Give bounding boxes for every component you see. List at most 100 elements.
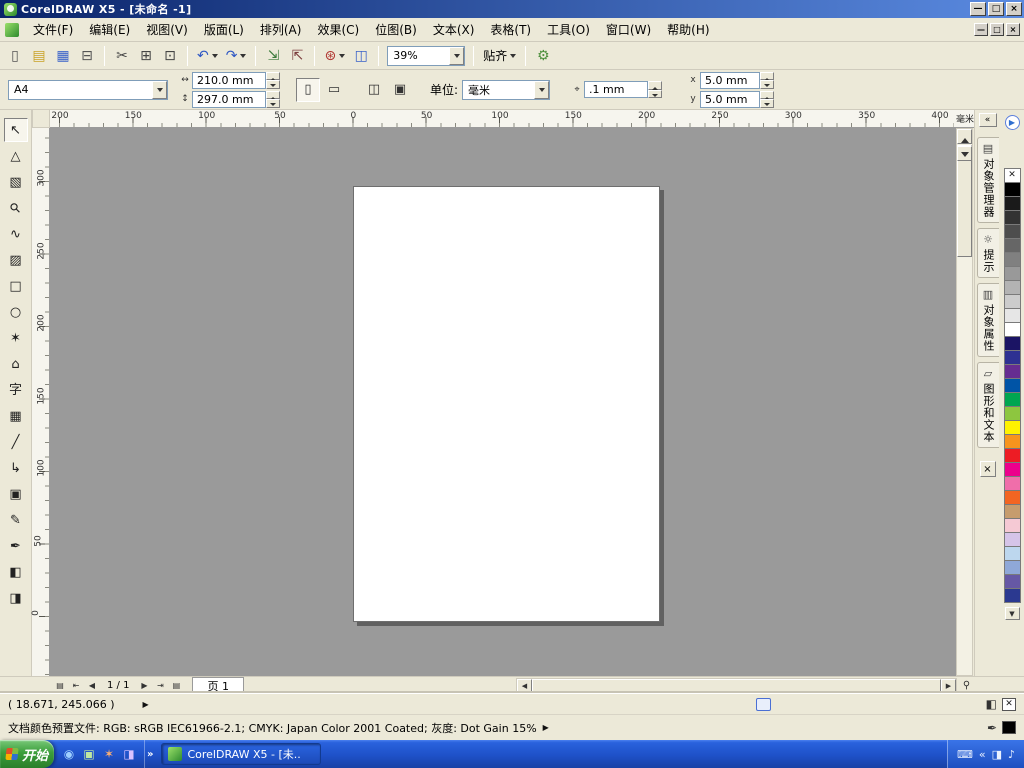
zoom-level-dropdown-icon[interactable]: [449, 46, 465, 65]
nudge-spinner[interactable]: [648, 81, 663, 98]
input-method-icon[interactable]: ⌨: [957, 749, 973, 760]
color-swatch-7[interactable]: [1003, 266, 1021, 281]
color-swatch-29[interactable]: [1003, 574, 1021, 589]
save-document-button[interactable]: ▦: [52, 45, 74, 67]
color-swatch-13[interactable]: [1003, 350, 1021, 365]
fill-tool[interactable]: ◧: [4, 560, 28, 584]
color-swatch-26[interactable]: [1003, 532, 1021, 547]
docker-tab-hints[interactable]: ☼ 提示: [976, 228, 999, 278]
show-desktop-icon[interactable]: ▣: [81, 746, 97, 762]
paper-size-select[interactable]: A4: [8, 79, 168, 100]
undo-button[interactable]: ↶: [194, 45, 221, 67]
color-swatch-22[interactable]: [1003, 476, 1021, 491]
color-swatch-15[interactable]: [1003, 378, 1021, 393]
text-tool[interactable]: 字: [4, 378, 28, 402]
connector-tool[interactable]: ↳: [4, 456, 28, 480]
pick-tool[interactable]: ↖: [3, 118, 28, 142]
table-tool[interactable]: ▦: [4, 404, 28, 428]
docker-collapse-button[interactable]: «: [978, 113, 997, 127]
paper-height-input[interactable]: 297.0 mm: [192, 90, 266, 108]
status-flyout-icon[interactable]: ▶: [143, 700, 149, 709]
units-select[interactable]: 毫米: [462, 79, 551, 100]
first-page-button[interactable]: ⇤: [68, 678, 84, 693]
color-swatch-19[interactable]: [1003, 434, 1021, 449]
color-swatch-2[interactable]: [1003, 196, 1021, 211]
application-launcher-button[interactable]: ⊛: [321, 45, 348, 67]
tray-collapse-icon[interactable]: «: [979, 749, 986, 760]
ruler-origin-button[interactable]: [32, 110, 50, 128]
redo-dropdown-icon[interactable]: [240, 54, 247, 61]
ellipse-tool[interactable]: ○: [4, 300, 28, 324]
color-swatch-20[interactable]: [1003, 448, 1021, 463]
open-document-button[interactable]: ▤: [28, 45, 50, 67]
previous-page-button[interactable]: ◀: [84, 678, 100, 693]
color-swatch-5[interactable]: [1003, 238, 1021, 253]
blend-tool[interactable]: ▣: [4, 482, 28, 506]
horizontal-scroll-thumb[interactable]: [532, 679, 941, 692]
current-page-button[interactable]: ▣: [388, 78, 412, 102]
menu-item-7[interactable]: 位图(B): [367, 17, 425, 42]
paper-height-spinner[interactable]: [266, 90, 280, 108]
rectangle-tool[interactable]: □: [4, 274, 28, 298]
color-swatch-30[interactable]: [1003, 588, 1021, 603]
print-button[interactable]: ⊟: [76, 45, 98, 67]
welcome-screen-button[interactable]: ◫: [350, 45, 372, 67]
import-button[interactable]: ⇲: [262, 45, 284, 67]
no-color-swatch[interactable]: ✕: [1003, 168, 1021, 183]
all-pages-button[interactable]: ◫: [362, 78, 386, 102]
cut-button[interactable]: ✂: [111, 45, 133, 67]
page-tab-1[interactable]: 页 1: [192, 677, 244, 693]
menu-item-11[interactable]: 窗口(W): [598, 17, 659, 42]
scroll-up-button[interactable]: [957, 129, 972, 144]
doc-restore-button[interactable]: □: [990, 23, 1004, 36]
maximize-button[interactable]: □: [988, 2, 1004, 16]
profile-flyout-icon[interactable]: ▶: [543, 723, 549, 732]
volume-icon[interactable]: ♪: [1008, 749, 1015, 760]
menu-item-12[interactable]: 帮助(H): [659, 17, 717, 42]
document-page[interactable]: [353, 186, 660, 622]
color-swatch-11[interactable]: [1003, 322, 1021, 337]
scroll-right-button[interactable]: ▶: [941, 679, 956, 692]
duplicate-y-spinner[interactable]: [760, 90, 775, 108]
paste-button[interactable]: ⊡: [159, 45, 181, 67]
basic-shapes-tool[interactable]: ⌂: [4, 352, 28, 376]
vertical-ruler[interactable]: 300 250 200 150 100 50 0: [31, 128, 50, 676]
interactive-fill-tool[interactable]: ◨: [4, 586, 28, 610]
outline-pen-tool[interactable]: ✒: [4, 534, 28, 558]
color-swatch-1[interactable]: [1003, 182, 1021, 197]
vertical-scrollbar[interactable]: [956, 128, 973, 676]
color-swatch-9[interactable]: [1003, 294, 1021, 309]
last-page-button[interactable]: ⇥: [152, 678, 168, 693]
docker-tab-object-properties[interactable]: ▥ 对象属性: [976, 283, 999, 357]
minimize-button[interactable]: —: [970, 2, 986, 16]
color-swatch-25[interactable]: [1003, 518, 1021, 533]
docker-close-button[interactable]: ×: [979, 461, 996, 477]
units-dropdown-icon[interactable]: [534, 80, 550, 99]
redo-button[interactable]: ↷: [223, 45, 250, 67]
zoom-tool[interactable]: ⚲: [4, 196, 28, 220]
menu-item-10[interactable]: 工具(O): [539, 17, 598, 42]
copy-button[interactable]: ⊞: [135, 45, 157, 67]
firefox-icon[interactable]: ✶: [101, 746, 117, 762]
vertical-scroll-thumb[interactable]: [957, 145, 972, 257]
fill-color-swatch[interactable]: ✕: [1002, 697, 1016, 711]
start-button[interactable]: 开始: [0, 740, 54, 768]
taskbar-task-coreldraw[interactable]: CorelDRAW X5 - [未..: [161, 743, 322, 765]
docker-tab-object-manager[interactable]: ▤ 对象管理器: [976, 137, 999, 223]
color-swatch-18[interactable]: [1003, 420, 1021, 435]
doc-minimize-button[interactable]: —: [974, 23, 988, 36]
menu-item-4[interactable]: 版面(L): [196, 17, 252, 42]
export-button[interactable]: ⇱: [286, 45, 308, 67]
add-page-button-end[interactable]: ▤: [168, 678, 184, 693]
horizontal-ruler[interactable]: 200 150 100 50 0 50 100 150 200 250 300 350 400: [50, 110, 954, 128]
paper-size-dropdown-icon[interactable]: [152, 80, 167, 99]
scroll-down-button[interactable]: [957, 146, 972, 161]
docker-tab-graphics-and-text[interactable]: ▱ 图形和文本: [976, 362, 999, 448]
duplicate-x-spinner[interactable]: [760, 71, 775, 89]
freehand-tool[interactable]: ∿: [4, 222, 28, 246]
color-swatch-28[interactable]: [1003, 560, 1021, 575]
menu-item-9[interactable]: 表格(T): [482, 17, 539, 42]
scroll-left-button[interactable]: ◀: [517, 679, 532, 692]
quick-launch-more-icon[interactable]: »: [147, 749, 153, 760]
color-swatch-17[interactable]: [1003, 406, 1021, 421]
